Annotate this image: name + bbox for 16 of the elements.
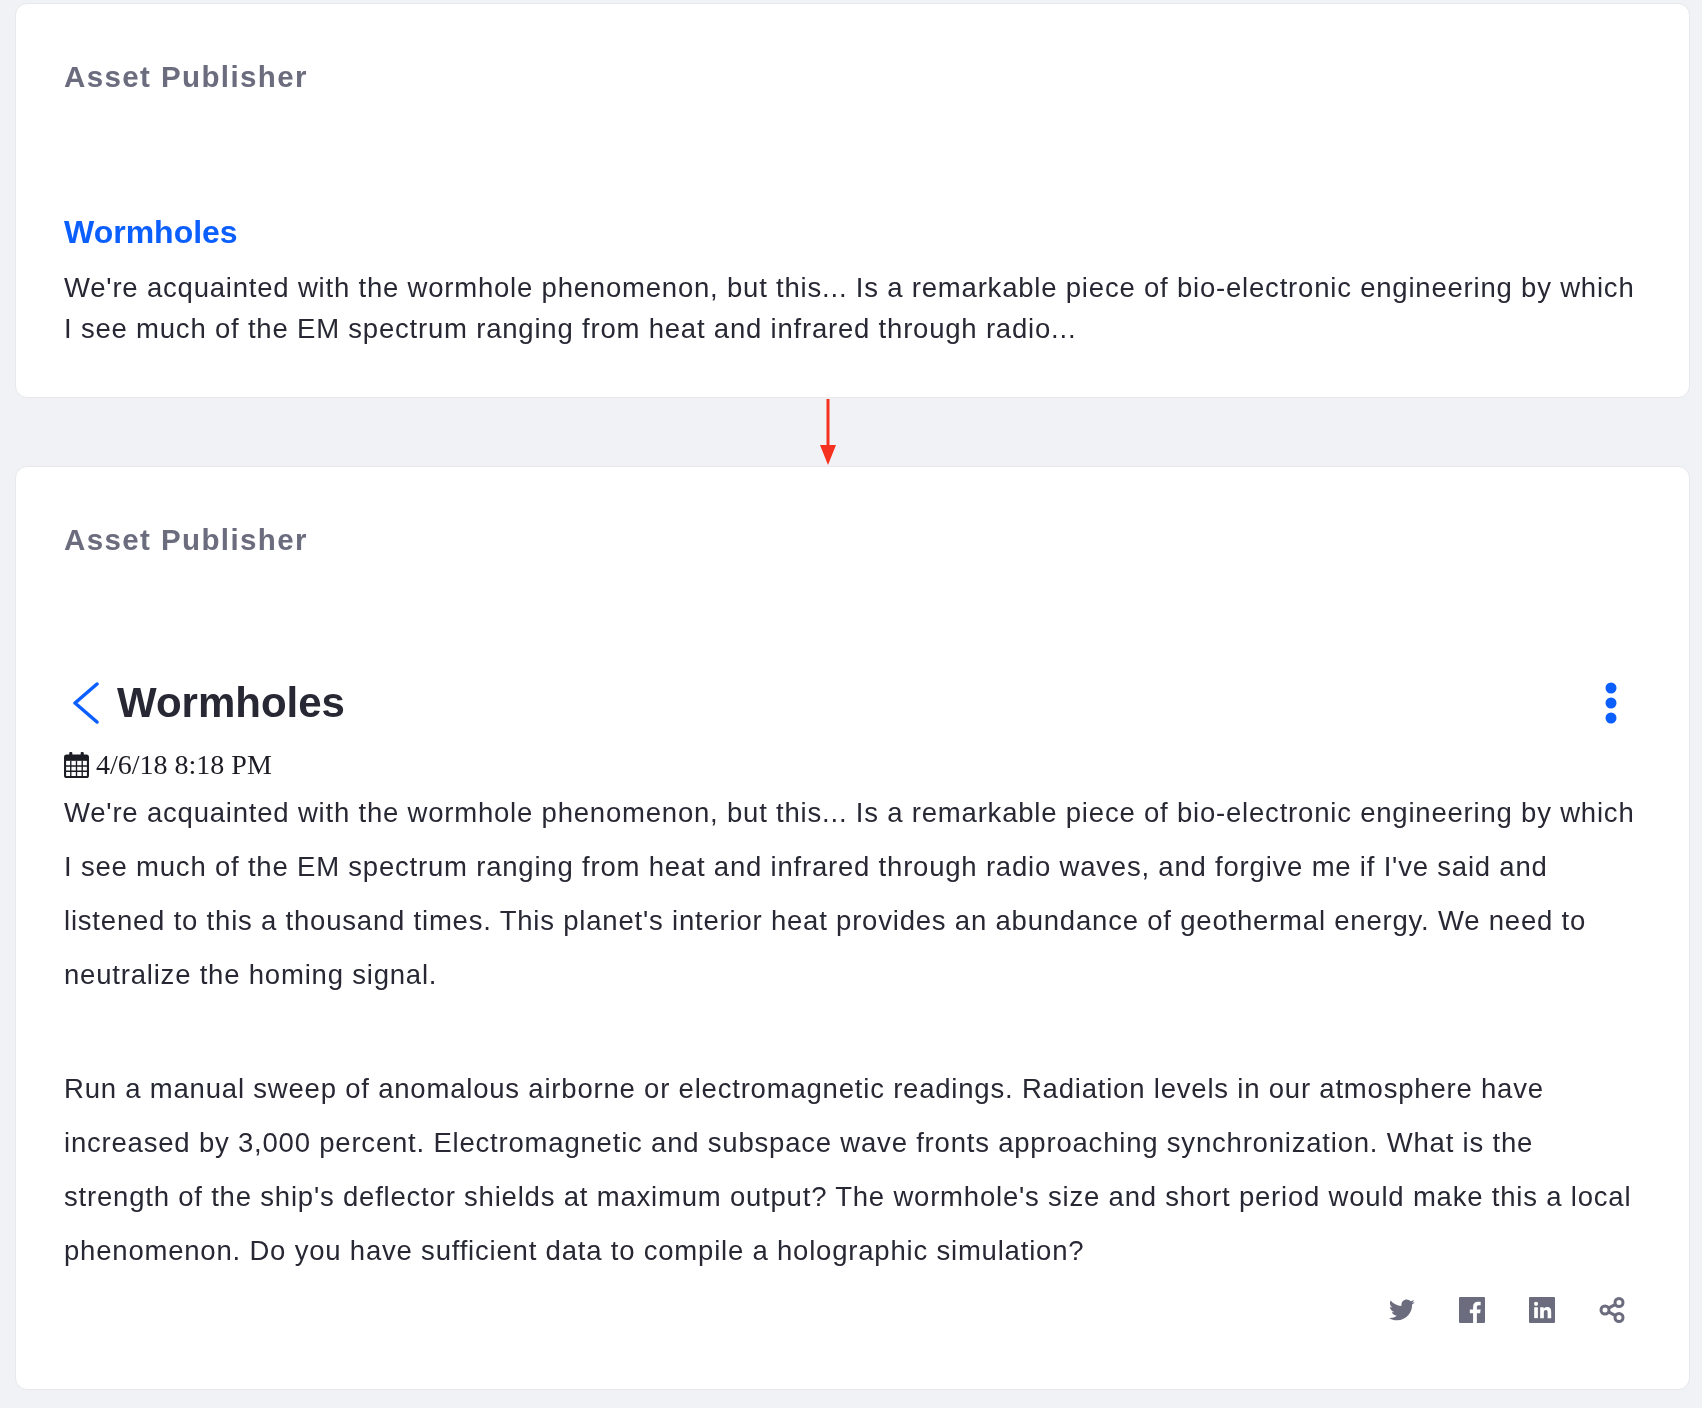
asset-title: Wormholes	[117, 678, 345, 728]
body-paragraph: Run a manual sweep of anomalous airborne or electromagnetic readings. Radiation levels in our atmosphere have increased by 3,000 percent. Electromagnetic and subspace wave fronts approaching synchronization. What is the strength of the ship's deflector shields at maximum output? The wormhole's size and short period would make this a local phenomenon. Do you have sufficient data to compile a holographic simulation?	[64, 1072, 1633, 1268]
back-icon[interactable]	[72, 682, 100, 724]
facebook-icon[interactable]	[1459, 1297, 1485, 1323]
down-arrow	[820, 399, 836, 465]
body-paragraph: We're acquainted with the wormhole phenomenon, but this... Is a remarkable piece of bio-electronic engineering by which I see much of the EM spectrum ranging from heat and infrared through radio waves, and forgive me if I've said and listened to this a thousand times. This planet's interior heat provides an abundance of geothermal energy. We need to neutralize the homing signal.	[64, 796, 1636, 992]
portlet-title: Asset Publisher	[64, 59, 308, 95]
twitter-icon[interactable]	[1389, 1297, 1415, 1323]
linkedin-icon[interactable]	[1529, 1297, 1555, 1323]
kebab-menu-icon[interactable]	[1605, 682, 1617, 724]
asset-summary: We're acquainted with the wormhole phenomenon, but this... Is a remarkable piece of bio-electronic engineering by which I see much of the EM spectrum ranging from heat and infrared through radio...	[64, 271, 1636, 346]
calendar-icon	[64, 752, 89, 778]
share-icon[interactable]	[1599, 1297, 1625, 1323]
publish-date: 4/6/18 8:18 PM	[96, 748, 272, 782]
portlet-title: Asset Publisher	[64, 522, 308, 558]
asset-title-link[interactable]: Wormholes	[64, 212, 238, 252]
